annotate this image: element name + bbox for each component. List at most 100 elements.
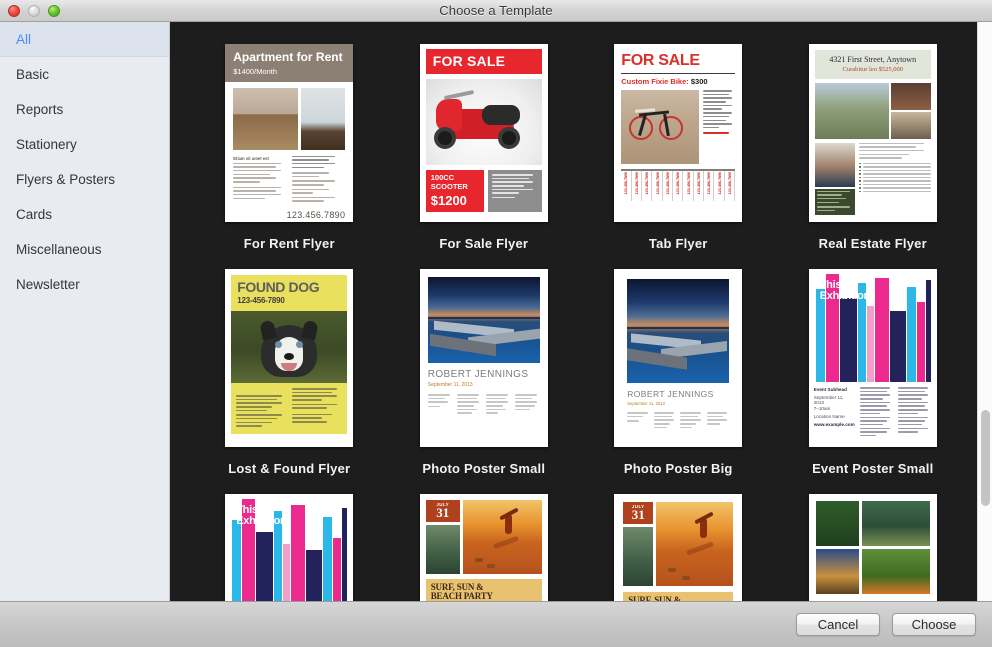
surfer-rock-photo xyxy=(425,525,460,574)
template-thumbnail-surf-party-big[interactable]: JULY 31 SURF, SUN & xyxy=(614,494,743,602)
scrollbar-thumb[interactable] xyxy=(981,410,990,506)
template-item[interactable]: This Exhibition xyxy=(192,494,387,601)
date-day: 31 xyxy=(436,505,450,520)
sidebar-item-cards[interactable]: Cards xyxy=(0,197,169,232)
sidebar-item-newsletter[interactable]: Newsletter xyxy=(0,267,169,302)
template-thumbnail-photo-poster-big[interactable]: ROBERT JENNINGS September 11, 2013 xyxy=(614,269,743,447)
template-thumbnail-surf-party-small[interactable]: JULY 31 SURF, SUN & BEACH PARTY xyxy=(419,494,548,601)
template-item[interactable]: This Exhibition Event Subhead September … xyxy=(776,269,971,494)
tear-tab: 123-456-7890 xyxy=(694,171,705,201)
minimize-button[interactable] xyxy=(28,4,40,17)
template-item[interactable]: ROBERT JENNINGS September 11, 2013 Photo… xyxy=(581,269,776,494)
template-item[interactable]: FOR SALE Custom Fixie Bike: $300 123-456… xyxy=(581,44,776,269)
date-and-small-photo: JULY 31 xyxy=(623,502,654,586)
choose-template-dialog: Choose a Template All Basic Reports Stat… xyxy=(0,0,992,647)
chemistry-photo xyxy=(862,501,930,546)
living-room-photo xyxy=(233,87,298,150)
template-thumbnail-real-estate-flyer[interactable]: 4321 First Street, Anytown Curabitur leo… xyxy=(808,44,937,222)
surf-photos: JULY 31 xyxy=(420,494,548,574)
house-exterior-photo xyxy=(814,82,890,139)
template-item[interactable]: FOUND DOG 123-456-7890 Lost & Found Flye… xyxy=(192,269,387,494)
zoom-button[interactable] xyxy=(48,4,60,17)
sidebar-item-label: Reports xyxy=(16,102,64,117)
price-block: 100CC SCOOTER $1200 xyxy=(425,170,484,212)
property-address: 4321 First Street, Anytown xyxy=(829,55,917,64)
template-thumbnail-photo-poster-small[interactable]: ROBERT JENNINGS September 11, 2013 xyxy=(419,269,548,447)
template-thumbnail-lost-found-flyer[interactable]: FOUND DOG 123-456-7890 xyxy=(225,269,354,447)
template-grid-area: Apartment for Rent $1400/Month Etiam sit… xyxy=(170,22,992,601)
tear-tab: 123-456-7890 xyxy=(621,171,632,201)
school-name: Lorem Elementary xyxy=(816,600,930,601)
template-item[interactable]: Apartment for Rent $1400/Month Etiam sit… xyxy=(192,44,387,269)
category-sidebar: All Basic Reports Stationery Flyers & Po… xyxy=(0,22,170,601)
tear-tab-text: 123-456-7890 xyxy=(716,172,722,195)
choose-button[interactable]: Choose xyxy=(892,613,976,636)
school-newsletter-art: Lorem Elementary xyxy=(808,494,937,601)
sidebar-item-miscellaneous[interactable]: Miscellaneous xyxy=(0,232,169,267)
cancel-button[interactable]: Cancel xyxy=(796,613,880,636)
template-item[interactable]: Lorem Elementary xyxy=(776,494,971,601)
sidebar-item-all[interactable]: All xyxy=(0,22,169,57)
lost-found-flyer-art: FOUND DOG 123-456-7890 xyxy=(225,269,354,447)
contact-column xyxy=(291,388,343,429)
for-sale-footer: 100CC SCOOTER $1200 xyxy=(425,170,542,212)
template-label: Photo Poster Big xyxy=(623,461,733,476)
close-button[interactable] xyxy=(8,4,20,17)
tear-tab-text: 123-456-7890 xyxy=(644,172,650,195)
template-item[interactable]: ROBERT JENNINGS September 11, 2013 Photo… xyxy=(387,269,582,494)
tear-tab: 123-456-7890 xyxy=(725,171,736,201)
dog-photo xyxy=(231,311,348,383)
tear-tab: 123-456-7890 xyxy=(704,171,715,201)
rent-headline: Apartment for Rent xyxy=(233,50,343,64)
beach-sunset-photo xyxy=(462,500,542,574)
template-item[interactable]: FOR SALE 100CC SCOOTER $1200 For Sale Fl… xyxy=(387,44,582,269)
sidebar-item-reports[interactable]: Reports xyxy=(0,92,169,127)
tear-tab-text: 123-456-7890 xyxy=(727,172,733,195)
template-thumbnail-for-sale-flyer[interactable]: FOR SALE 100CC SCOOTER $1200 xyxy=(419,44,548,222)
title-bar: Choose a Template xyxy=(0,0,992,22)
template-item[interactable]: JULY 31 xyxy=(581,494,776,601)
event-url: www.example.com xyxy=(813,422,855,427)
sidebar-item-label: Basic xyxy=(16,67,50,82)
exhibition-title: This Exhibition xyxy=(236,504,286,527)
exhibition-artwork: This Exhibition xyxy=(230,499,349,601)
item-name: 100CC SCOOTER xyxy=(430,173,468,191)
exhibition-title-line2: Exhibition xyxy=(819,290,870,303)
living-room-photo xyxy=(891,82,931,110)
template-item[interactable]: JULY 31 xyxy=(387,494,582,601)
rent-header: Apartment for Rent $1400/Month xyxy=(225,44,354,82)
sidebar-item-stationery[interactable]: Stationery xyxy=(0,127,169,162)
interior-photo-column xyxy=(891,82,931,139)
photographer-name: ROBERT JENNINGS xyxy=(627,389,714,399)
tear-tab-text: 123-456-7890 xyxy=(675,172,681,195)
tear-tab-text: 123-456-7890 xyxy=(685,172,691,195)
template-thumbnail-event-poster-row3[interactable]: This Exhibition xyxy=(225,494,354,601)
template-item[interactable]: 4321 First Street, Anytown Curabitur leo… xyxy=(776,44,971,269)
template-thumbnail-tab-flyer[interactable]: FOR SALE Custom Fixie Bike: $300 123-456… xyxy=(614,44,743,222)
tear-tab: 123-456-7890 xyxy=(642,171,653,201)
poster-text-columns xyxy=(627,412,729,430)
sidebar-item-basic[interactable]: Basic xyxy=(0,57,169,92)
tab-subhead: Custom Fixie Bike: $300 xyxy=(621,77,735,86)
window-controls xyxy=(8,4,60,17)
sidebar-item-flyers-posters[interactable]: Flyers & Posters xyxy=(0,162,169,197)
template-thumbnail-event-poster-small[interactable]: This Exhibition Event Subhead September … xyxy=(808,269,937,447)
bicycle-photo xyxy=(621,90,699,164)
template-thumbnail-school-newsletter[interactable]: Lorem Elementary xyxy=(808,494,937,601)
tear-tab: 123-456-7890 xyxy=(663,171,674,201)
real-estate-header: 4321 First Street, Anytown Curabitur leo… xyxy=(814,50,931,79)
event-poster-small-art: This Exhibition Event Subhead September … xyxy=(808,269,937,447)
band-line1: SURF, SUN & xyxy=(628,595,681,602)
kitchen-photo xyxy=(300,87,346,150)
pier-photo xyxy=(427,277,540,363)
template-label: For Rent Flyer xyxy=(243,236,335,251)
tear-tab: 123-456-7890 xyxy=(714,171,725,201)
tab-headline: FOR SALE xyxy=(621,52,700,69)
poster-inner: ROBERT JENNINGS September 11, 2013 xyxy=(614,269,742,447)
vertical-scrollbar[interactable] xyxy=(977,22,992,601)
description-block xyxy=(487,170,542,212)
tab-subhead-label: Custom Fixie Bike: xyxy=(621,77,689,86)
tear-tab-text: 123-456-7890 xyxy=(623,172,629,195)
template-thumbnail-for-rent-flyer[interactable]: Apartment for Rent $1400/Month Etiam sit… xyxy=(225,44,354,222)
surf-party-art: JULY 31 xyxy=(419,494,548,601)
